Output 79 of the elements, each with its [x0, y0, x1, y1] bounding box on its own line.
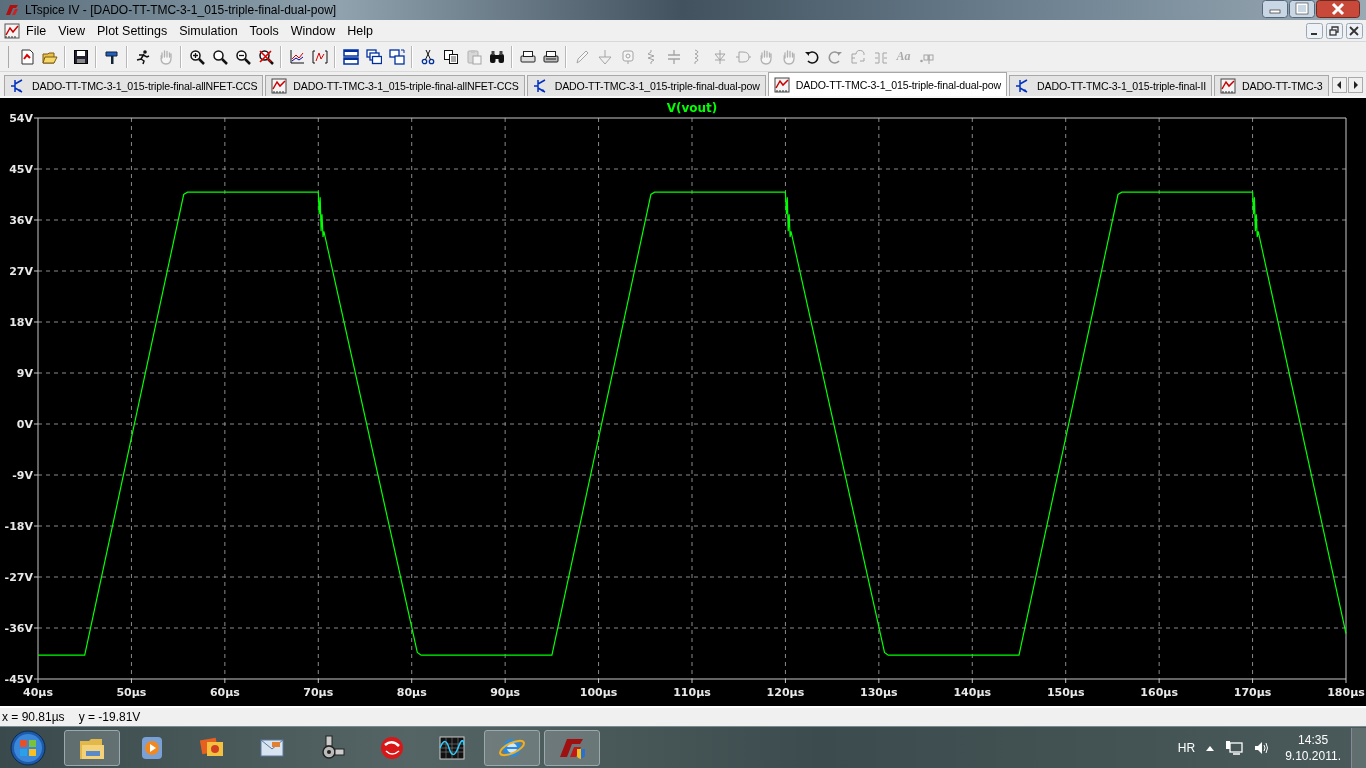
undo-icon[interactable]: [803, 48, 820, 65]
x-tick-label: 100µs: [579, 686, 618, 699]
x-tick-label: 40µs: [23, 686, 53, 699]
x-tick-label: 90µs: [490, 686, 521, 699]
close-button[interactable]: [1346, 22, 1363, 39]
x-tick-label: 130µs: [860, 686, 898, 699]
windows-icon[interactable]: [342, 48, 359, 65]
network-icon[interactable]: [1225, 739, 1244, 756]
x-tick-label: 180µs: [1327, 686, 1365, 699]
y-tick-label: 45V: [9, 163, 33, 176]
hammer-icon[interactable]: [103, 48, 120, 65]
clock-time[interactable]: 14:35: [1298, 731, 1329, 748]
y-tick-label: 18V: [9, 316, 33, 329]
scroll-right-button[interactable]: [1348, 77, 1363, 93]
trace-title[interactable]: V(vout): [666, 101, 718, 115]
clock-date[interactable]: 9.10.2011.: [1285, 747, 1341, 764]
y-tick-label: 36V: [9, 214, 33, 227]
x-tick-label: 50µs: [116, 686, 147, 699]
start-button[interactable]: [8, 727, 48, 768]
waveform-doc-icon: [1220, 78, 1237, 94]
language-indicator[interactable]: HR: [1177, 740, 1196, 755]
cursor-x-reading: x = 90.81µs: [2, 710, 65, 724]
restore-button[interactable]: [1289, 0, 1315, 18]
chart-icon[interactable]: [311, 48, 328, 65]
printer-icon[interactable]: [519, 48, 536, 65]
y-tick-label: -18V: [4, 520, 33, 533]
menu-item[interactable]: View: [52, 21, 92, 40]
document-tab[interactable]: DADO-TT-TMC-3-1_015-triple-final-dual-pow: [767, 72, 1008, 96]
scroll-left-button[interactable]: [1332, 77, 1347, 93]
document-tab[interactable]: DADO-TT-TMC-3-1_015-triple-final-II: [1009, 75, 1213, 96]
menu-item[interactable]: Tools: [243, 21, 285, 40]
x-tick-label: 110µs: [673, 686, 711, 699]
y-tick-label: -9V: [12, 469, 33, 482]
document-icon[interactable]: [18, 48, 35, 65]
menu-item[interactable]: Help: [341, 21, 379, 40]
crossed-magnifier-icon[interactable]: [257, 48, 274, 65]
cascade-icon[interactable]: [365, 48, 382, 65]
menu-item[interactable]: Plot Settings: [91, 21, 174, 40]
x-tick-label: 140µs: [953, 686, 992, 699]
x-tick-label: 80µs: [396, 686, 427, 699]
waveform-doc-icon[interactable]: [4, 22, 20, 39]
x-tick-label: 170µs: [1233, 686, 1272, 699]
waveform-doc-icon: [773, 76, 790, 93]
scissors-icon[interactable]: [419, 48, 436, 65]
menu-item[interactable]: Window: [284, 21, 342, 40]
app-logo-icon: [5, 4, 19, 16]
x-tick-label: 150µs: [1046, 686, 1085, 699]
document-tab[interactable]: DADO-TT-TMC-3-1_015-triple-final-allNFET-CCS: [4, 75, 264, 96]
menu-item[interactable]: File: [20, 21, 53, 40]
x-tick-label: 160µs: [1140, 686, 1178, 699]
windows-icon[interactable]: [388, 48, 405, 65]
copy-icon[interactable]: [442, 48, 459, 65]
y-tick-label: -27V: [4, 571, 33, 584]
printer-icon[interactable]: [542, 48, 559, 65]
minimize-button[interactable]: [1306, 22, 1323, 39]
waveform-doc-icon: [271, 78, 288, 94]
cursor-y-reading: y = -19.81V: [78, 710, 141, 724]
binoculars-icon[interactable]: [488, 48, 505, 65]
menu-item[interactable]: Simulation: [173, 21, 244, 40]
close-button[interactable]: [1316, 0, 1360, 18]
document-tab[interactable]: DADO-TT-TMC-3: [1214, 75, 1329, 96]
x-tick-label: 60µs: [209, 686, 240, 699]
magnifier-icon[interactable]: [211, 48, 228, 65]
restore-button[interactable]: [1326, 22, 1343, 39]
y-tick-label: -36V: [4, 622, 33, 635]
y-tick-label: -45V: [4, 673, 33, 686]
zoom-out-icon[interactable]: [234, 48, 251, 65]
window-title: LTspice IV - [DADO-TT-TMC-3-1_015-triple-final-dual-pow]: [25, 3, 337, 17]
y-tick-label: 54V: [9, 112, 33, 125]
y-tick-label: 0V: [16, 418, 33, 431]
x-tick-label: 70µs: [303, 686, 334, 699]
x-tick-label: 120µs: [766, 686, 805, 699]
document-tab[interactable]: DADO-TT-TMC-3-1_015-triple-final-dual-pow: [526, 75, 766, 96]
zoom-in-icon[interactable]: [188, 48, 205, 65]
document-tab[interactable]: DADO-TT-TMC-3-1_015-triple-final-allNFET-CCS: [265, 75, 525, 96]
runner-icon[interactable]: [134, 48, 151, 65]
chart-icon[interactable]: [288, 48, 305, 65]
y-tick-label: 9V: [16, 367, 33, 380]
y-tick-label: 27V: [9, 265, 33, 278]
